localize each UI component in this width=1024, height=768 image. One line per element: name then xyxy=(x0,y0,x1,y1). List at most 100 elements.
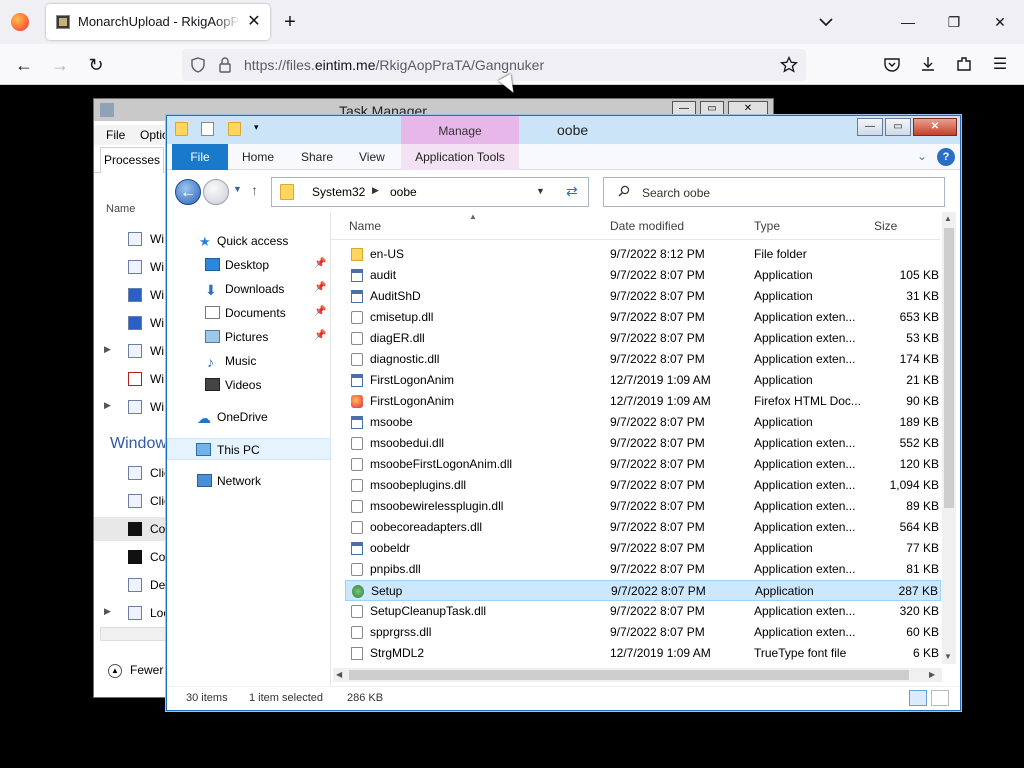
up-arrow-icon[interactable]: ↑ xyxy=(251,182,258,198)
nav-network[interactable]: Network xyxy=(167,470,331,492)
file-row[interactable]: en-US 9/7/2022 8:12 PM File folder xyxy=(345,244,941,265)
column-header-size[interactable]: Size xyxy=(874,219,897,233)
file-row[interactable]: spprgrss.dll 9/7/2022 8:07 PM Application … xyxy=(345,622,941,643)
file-row[interactable]: msoobewirelessplugin.dll 9/7/2022 8:07 PM… xyxy=(345,496,941,517)
tm-process-row[interactable]: Wi xyxy=(94,311,166,335)
customize-toolbar-icon[interactable]: ▾ xyxy=(254,122,259,132)
nav-this-pc[interactable]: This PC xyxy=(167,438,331,460)
pin-icon[interactable]: 📌 xyxy=(314,306,326,317)
file-row[interactable]: FirstLogonAnim 12/7/2019 1:09 AM Firefox H… xyxy=(345,391,941,412)
tm-horizontal-scrollbar[interactable] xyxy=(100,627,170,641)
new-folder-icon[interactable] xyxy=(227,122,241,136)
nav-downloads[interactable]: ⬇ Downloads 📌 xyxy=(167,278,331,300)
tm-process-row[interactable]: ▶ Loc xyxy=(94,601,169,625)
file-row[interactable]: FirstLogonAnim 12/7/2019 1:09 AM Applicati… xyxy=(345,370,941,391)
reload-icon[interactable]: ↻ xyxy=(85,54,107,76)
extensions-icon[interactable] xyxy=(955,55,973,73)
address-bar[interactable]: System32 ▶ oobe ▼ ⇄ xyxy=(271,177,589,207)
nav-documents[interactable]: Documents 📌 xyxy=(167,302,331,324)
forward-button-icon[interactable] xyxy=(203,179,229,205)
manage-context-tab[interactable]: Manage xyxy=(401,116,519,144)
file-row[interactable]: msoobedui.dll 9/7/2022 8:07 PM Application… xyxy=(345,433,941,454)
nav-pictures[interactable]: Pictures 📌 xyxy=(167,326,331,348)
tm-tab-processes[interactable]: Processes xyxy=(100,147,164,173)
explorer-close-icon[interactable]: ✕ xyxy=(913,118,957,136)
search-input[interactable]: Search oobe xyxy=(642,186,710,200)
explorer-minimize-icon[interactable]: — xyxy=(857,118,883,136)
large-icons-view-icon[interactable] xyxy=(931,690,949,706)
close-window-icon[interactable]: ✕ xyxy=(990,12,1010,32)
downloads-icon[interactable] xyxy=(919,55,937,73)
firefox-logo-icon[interactable] xyxy=(11,13,29,31)
pocket-icon[interactable] xyxy=(883,56,901,74)
nav-desktop[interactable]: Desktop 📌 xyxy=(167,254,331,276)
file-row[interactable]: AuditShD 9/7/2022 8:07 PM Application 31 KB xyxy=(345,286,941,307)
tm-process-row[interactable]: Clie xyxy=(94,489,171,513)
ribbon-tab-file[interactable]: File xyxy=(172,144,228,170)
horizontal-scroll-thumb[interactable] xyxy=(349,670,909,680)
file-row[interactable]: cmisetup.dll 9/7/2022 8:07 PM Application … xyxy=(345,307,941,328)
file-row[interactable]: Setup 9/7/2022 8:07 PM Application 287 KB xyxy=(345,580,941,601)
file-row[interactable]: oobeldr 9/7/2022 8:07 PM Application 77 KB xyxy=(345,538,941,559)
horizontal-scrollbar[interactable]: ◀ ▶ xyxy=(333,668,942,682)
file-row[interactable]: oobecoreadapters.dll 9/7/2022 8:07 PM Appl… xyxy=(345,517,941,538)
breadcrumb-system32[interactable]: System32 xyxy=(312,185,365,199)
expand-chevron-icon[interactable]: ▶ xyxy=(104,344,111,355)
tm-process-row[interactable]: Co xyxy=(94,517,166,541)
minimize-icon[interactable]: — xyxy=(898,12,918,32)
tm-process-row[interactable]: Wi xyxy=(94,255,166,279)
recent-locations-chevron-icon[interactable]: ▼ xyxy=(233,184,242,194)
tm-process-row[interactable]: Co xyxy=(94,545,166,569)
column-header-type[interactable]: Type xyxy=(754,219,780,233)
fewer-details-button[interactable]: ▲ Fewer xyxy=(108,663,163,678)
file-row[interactable]: msoobeplugins.dll 9/7/2022 8:07 PM Applica… xyxy=(345,475,941,496)
explorer-titlebar[interactable]: ▾ Manage oobe — ▭ ✕ xyxy=(167,116,960,144)
restore-icon[interactable]: ❐ xyxy=(944,12,964,32)
address-dropdown-icon[interactable]: ▼ xyxy=(536,186,545,196)
nav-music[interactable]: ♪ Music xyxy=(167,350,331,372)
ribbon-tab-view[interactable]: View xyxy=(359,150,385,164)
tm-menu-options[interactable]: Optio xyxy=(140,128,169,142)
ribbon-tab-home[interactable]: Home xyxy=(242,150,274,164)
expand-chevron-icon[interactable]: ▶ xyxy=(104,400,111,411)
nav-videos[interactable]: Videos xyxy=(167,374,331,396)
details-view-icon[interactable] xyxy=(909,690,927,706)
scroll-down-icon[interactable]: ▼ xyxy=(944,652,952,661)
pin-icon[interactable]: 📌 xyxy=(314,330,326,341)
lock-icon[interactable] xyxy=(218,57,232,73)
nav-quick-access[interactable]: ★ Quick access xyxy=(167,230,331,252)
file-row[interactable]: StrgMDL2 12/7/2019 1:09 AM TrueType font f… xyxy=(345,643,941,664)
file-row[interactable]: diagER.dll 9/7/2022 8:07 PM Application ex… xyxy=(345,328,941,349)
ribbon-tab-application-tools[interactable]: Application Tools xyxy=(401,144,519,170)
tm-process-row[interactable]: ▶ Wi xyxy=(94,339,166,363)
column-header-date[interactable]: Date modified xyxy=(610,219,684,233)
vertical-scroll-thumb[interactable] xyxy=(944,228,954,508)
back-button-icon[interactable]: ← xyxy=(175,179,201,205)
browser-tab[interactable]: MonarchUpload - RkigAopPraTA ✕ xyxy=(46,4,270,40)
new-tab-button[interactable]: + xyxy=(280,10,300,34)
file-row[interactable]: pnpibs.dll 9/7/2022 8:07 PM Application ex… xyxy=(345,559,941,580)
expand-ribbon-chevron-icon[interactable]: ⌄ xyxy=(917,149,927,163)
expand-chevron-icon[interactable]: ▶ xyxy=(104,606,111,617)
help-icon[interactable]: ? xyxy=(937,148,955,166)
file-row[interactable]: msoobeFirstLogonAnim.dll 9/7/2022 8:07 PM… xyxy=(345,454,941,475)
pin-icon[interactable]: 📌 xyxy=(314,258,326,269)
tm-process-row[interactable]: Clie xyxy=(94,461,171,485)
file-row[interactable]: msoobe 9/7/2022 8:07 PM Application 189 KB xyxy=(345,412,941,433)
tm-column-name[interactable]: Name xyxy=(106,203,135,215)
vertical-scrollbar[interactable]: ▲ ▼ xyxy=(942,212,956,664)
breadcrumb-oobe[interactable]: oobe xyxy=(390,185,417,199)
tab-list-chevron-icon[interactable] xyxy=(816,12,836,32)
file-row[interactable]: audit 9/7/2022 8:07 PM Application 105 KB xyxy=(345,265,941,286)
file-row[interactable]: SetupCleanupTask.dll 9/7/2022 8:07 PM Appl… xyxy=(345,601,941,622)
refresh-icon[interactable]: ⇄ xyxy=(566,183,578,200)
scroll-right-icon[interactable]: ▶ xyxy=(929,670,935,679)
tm-process-row[interactable]: Wi xyxy=(94,283,166,307)
forward-arrow-icon[interactable]: → xyxy=(49,54,71,76)
url-bar[interactable]: https://files.eintim.me/RkigAopPraTA/Gan… xyxy=(182,49,806,81)
menu-hamburger-icon[interactable]: ☰ xyxy=(989,54,1011,76)
tm-process-row[interactable]: Wi xyxy=(94,227,166,251)
scroll-left-icon[interactable]: ◀ xyxy=(336,670,342,679)
search-box[interactable]: Search oobe xyxy=(603,177,945,207)
scroll-up-icon[interactable]: ▲ xyxy=(944,214,952,223)
